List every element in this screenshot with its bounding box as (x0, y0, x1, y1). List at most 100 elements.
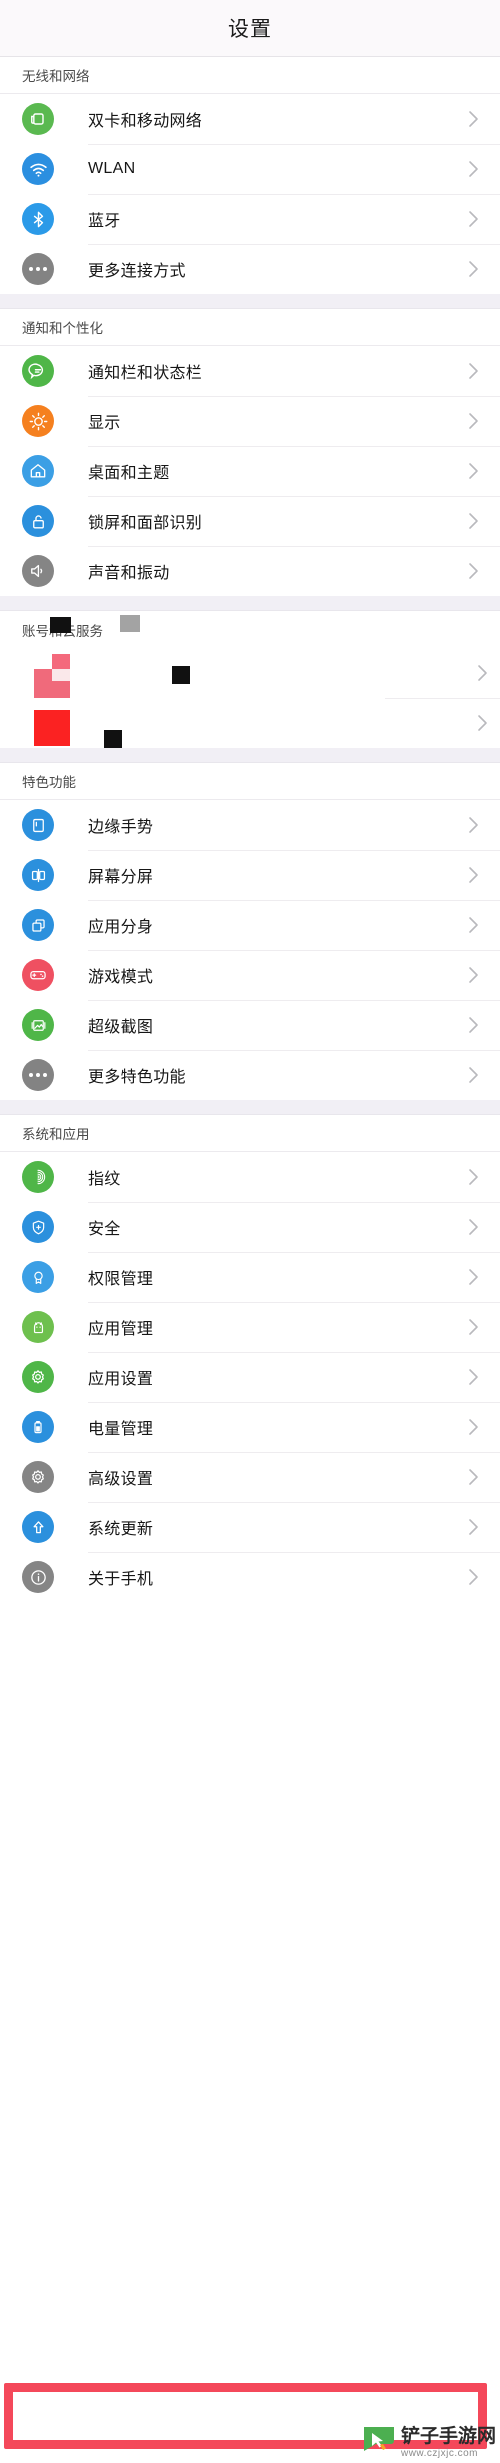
setting-row-edge-gesture[interactable]: 边缘手势 (0, 800, 500, 850)
chevron-right-icon (458, 1016, 488, 1034)
section-header-wireless-network: 无线和网络 (0, 57, 500, 94)
setting-row-security[interactable]: 安全 (0, 1202, 500, 1252)
setting-label: 应用管理 (88, 1321, 154, 1338)
sim-card-icon (22, 103, 54, 135)
shield-icon (22, 1211, 54, 1243)
brightness-icon (22, 405, 54, 437)
setting-row-more-connections[interactable]: 更多连接方式 (0, 244, 500, 294)
wifi-icon (22, 153, 54, 185)
setting-label: 游戏模式 (88, 969, 154, 986)
app-clone-icon (22, 909, 54, 941)
setting-row-lockscreen-face[interactable]: 锁屏和面部识别 (0, 496, 500, 546)
setting-row-split-screen[interactable]: 屏幕分屏 (0, 850, 500, 900)
watermark-logo-icon (361, 2424, 395, 2461)
chevron-right-icon (458, 816, 488, 834)
setting-row-game-mode[interactable]: 游戏模式 (0, 950, 500, 1000)
fingerprint-icon (22, 1161, 54, 1193)
setting-label: 蓝牙 (88, 213, 121, 230)
glitch-block (172, 666, 190, 684)
setting-row-home-theme[interactable]: 桌面和主题 (0, 446, 500, 496)
setting-label: 通知栏和状态栏 (88, 365, 203, 382)
setting-row-wlan[interactable]: WLAN (0, 144, 500, 194)
setting-row-bluetooth[interactable]: 蓝牙 (0, 194, 500, 244)
setting-row-fingerprint[interactable]: 指纹 (0, 1152, 500, 1202)
chevron-right-icon (458, 866, 488, 884)
setting-label: 桌面和主题 (88, 465, 170, 482)
watermark-text: 铲子手游网 www.czjxjc.com (401, 2427, 496, 2459)
more-dots-icon (22, 253, 54, 285)
chevron-right-icon (458, 1318, 488, 1336)
account-row-corrupted-1[interactable] (0, 648, 500, 698)
lock-icon (22, 505, 54, 537)
settings-screen: 设置 无线和网络 双卡和移动网络 WLAN 蓝牙 更多连接方式 通知和个性化 通… (0, 0, 500, 2463)
section-header-system-applications: 系统和应用 (0, 1115, 500, 1152)
setting-label: 安全 (88, 1221, 121, 1238)
setting-label: WLAN (88, 160, 136, 177)
setting-row-notification-status-bar[interactable]: 通知栏和状态栏 (0, 346, 500, 396)
glitch-block (52, 669, 70, 681)
chevron-right-icon (458, 1568, 488, 1586)
chevron-right-icon (458, 562, 488, 580)
watermark: 铲子手游网 www.czjxjc.com (361, 2424, 496, 2461)
setting-label: 超级截图 (88, 1019, 154, 1036)
notification-bubble-icon (22, 355, 54, 387)
setting-row-battery-management[interactable]: 电量管理 (0, 1402, 500, 1452)
gamepad-icon (22, 959, 54, 991)
gear-green-icon (22, 1361, 54, 1393)
chevron-right-icon (458, 260, 488, 278)
setting-row-about-phone[interactable]: 关于手机 (0, 1552, 500, 1602)
section-header-notification-personalization: 通知和个性化 (0, 309, 500, 346)
chevron-right-icon (458, 1418, 488, 1436)
setting-row-super-screenshot[interactable]: 超级截图 (0, 1000, 500, 1050)
split-screen-icon (22, 859, 54, 891)
screenshot-icon (22, 1009, 54, 1041)
setting-label: 指纹 (88, 1171, 121, 1188)
setting-label: 更多连接方式 (88, 263, 186, 280)
chevron-right-icon (458, 1066, 488, 1084)
glitch-block (50, 617, 71, 633)
chevron-right-icon (458, 160, 488, 178)
setting-row-app-clone[interactable]: 应用分身 (0, 900, 500, 950)
chevron-right-icon (458, 1218, 488, 1236)
chevron-right-icon (458, 1268, 488, 1286)
setting-label: 更多特色功能 (88, 1069, 186, 1086)
title-bar: 设置 (0, 0, 500, 57)
edge-gesture-icon (22, 809, 54, 841)
chevron-right-icon (458, 1468, 488, 1486)
setting-row-advanced-settings[interactable]: 高级设置 (0, 1452, 500, 1502)
setting-row-permission-management[interactable]: 权限管理 (0, 1252, 500, 1302)
chevron-right-icon (458, 362, 488, 380)
setting-row-dual-sim[interactable]: 双卡和移动网络 (0, 94, 500, 144)
glitch-block (120, 615, 140, 632)
setting-label: 应用设置 (88, 1371, 154, 1388)
home-icon (22, 455, 54, 487)
chevron-right-icon (458, 916, 488, 934)
more-dots-icon (22, 1059, 54, 1091)
setting-row-system-update[interactable]: 系统更新 (0, 1502, 500, 1552)
section-divider (0, 1100, 500, 1115)
glitch-block (104, 730, 122, 748)
setting-label: 双卡和移动网络 (88, 113, 203, 130)
account-row-corrupted-2[interactable] (0, 698, 500, 748)
setting-label: 声音和振动 (88, 565, 170, 582)
watermark-url: www.czjxjc.com (400, 2447, 478, 2459)
battery-icon (22, 1411, 54, 1443)
setting-row-app-settings[interactable]: 应用设置 (0, 1352, 500, 1402)
chevron-right-icon (458, 210, 488, 228)
setting-label: 电量管理 (88, 1421, 154, 1438)
setting-label: 边缘手势 (88, 819, 154, 836)
gear-gray-icon (22, 1461, 54, 1493)
setting-row-sound-vibration[interactable]: 声音和振动 (0, 546, 500, 596)
chevron-right-icon (458, 462, 488, 480)
chevron-right-icon (458, 110, 488, 128)
setting-row-app-management[interactable]: 应用管理 (0, 1302, 500, 1352)
setting-label: 系统更新 (88, 1521, 154, 1538)
setting-row-display[interactable]: 显示 (0, 396, 500, 446)
chevron-right-icon (458, 1518, 488, 1536)
glitch-block (34, 710, 70, 746)
setting-label: 关于手机 (88, 1571, 154, 1588)
bottom-padding (0, 1602, 500, 1662)
chevron-right-icon (458, 412, 488, 430)
update-arrow-icon (22, 1511, 54, 1543)
setting-row-more-features[interactable]: 更多特色功能 (0, 1050, 500, 1100)
